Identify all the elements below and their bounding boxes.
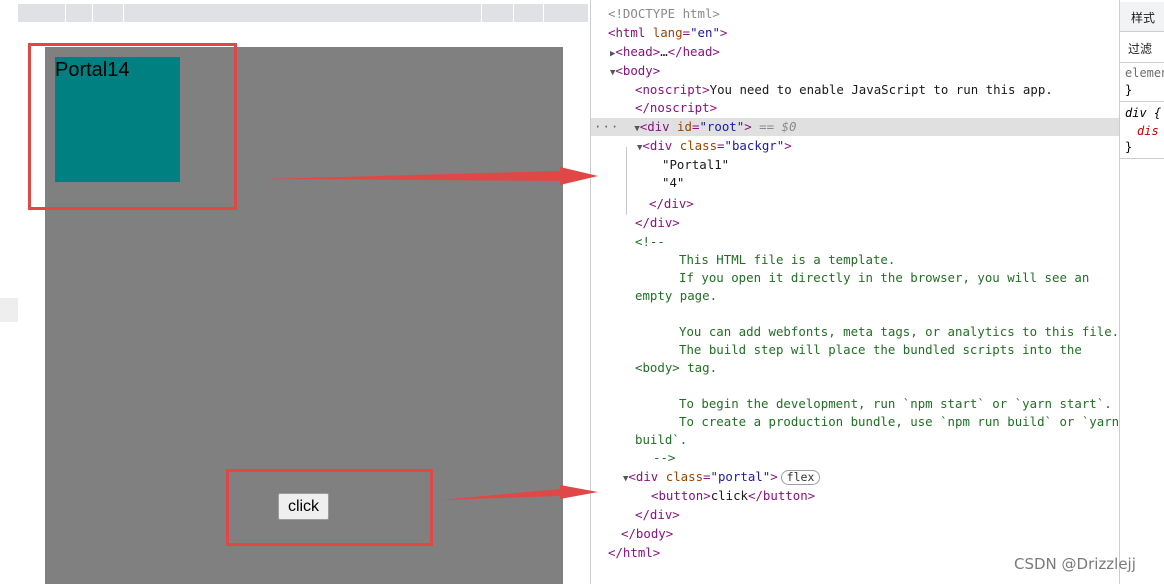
ruler-tick [65, 4, 66, 22]
side-stripe [0, 298, 18, 322]
divider [1120, 158, 1164, 159]
root-div-close-line: </div> [635, 215, 680, 230]
filter-input[interactable]: 过滤 [1128, 40, 1152, 57]
noscript-line[interactable]: <noscript>You need to enable JavaScript … [635, 81, 1053, 99]
div-style-rule[interactable]: div { [1125, 106, 1161, 120]
text-node-portal[interactable]: "Portal1" [662, 156, 729, 174]
more-options-icon[interactable]: ··· [594, 119, 619, 134]
styles-pane: 样式 过滤 element } div { dis } [1119, 0, 1164, 584]
comment-line: You can add webfonts, meta tags, or anal… [679, 324, 1120, 339]
comment-line: To begin the development, run `npm start… [679, 396, 1112, 411]
ruler-tick [92, 4, 93, 22]
noscript-close-line: </noscript> [635, 100, 718, 115]
divider [1120, 101, 1164, 102]
portal-div-line[interactable]: ▼<div class="portal"> flex [623, 468, 821, 486]
comment-line: <body> tag. [635, 360, 718, 375]
elements-panel: <!DOCTYPE html> <html lang="en"> ▶<head>… [590, 0, 1120, 584]
rule-close: } [1125, 83, 1133, 97]
button-line[interactable]: <button>click</button> [651, 487, 815, 505]
comment-line: To create a production bundle, use `npm … [679, 414, 1120, 429]
style-property[interactable]: dis [1137, 124, 1159, 138]
body-open-line[interactable]: ▼<body> [610, 62, 660, 80]
ruler-tick [513, 4, 514, 22]
background-div-close-line: </div> [649, 196, 694, 211]
divider [1120, 62, 1164, 63]
comment-line: If you open it directly in the browser, … [679, 270, 1090, 285]
element-style-rule[interactable]: element [1125, 66, 1164, 80]
html-close-line: </html> [608, 545, 661, 560]
watermark: CSDN @Drizzlejj [1014, 555, 1136, 573]
ruler-tick [543, 4, 544, 22]
html-open-line[interactable]: <html lang="en"> [608, 24, 727, 42]
comment-open-line[interactable]: <!-- [635, 233, 665, 251]
background-div-line[interactable]: ▼<div class="backgr"> [637, 137, 792, 155]
portal-div-close-line: </div> [635, 507, 680, 522]
comment-line: empty page. [635, 288, 718, 303]
annotation-box-portal [28, 43, 237, 210]
body-close-line: </body> [621, 526, 674, 541]
ruler-tick [123, 4, 124, 22]
ruler-bar [18, 4, 588, 22]
comment-line: build`. [635, 432, 688, 447]
nesting-guide-line [626, 147, 627, 215]
text-node-number[interactable]: "4" [662, 174, 684, 192]
flex-badge[interactable]: flex [780, 470, 821, 485]
rule-close: } [1125, 140, 1133, 154]
styles-tab[interactable]: 样式 [1120, 2, 1164, 32]
ruler-tick [481, 4, 482, 22]
comment-line: This HTML file is a template. [679, 252, 896, 267]
comment-line: The build step will place the bundled sc… [679, 342, 1082, 357]
root-div-line[interactable]: ··· ▼<div id="root"> == $0 [594, 118, 796, 136]
comment-close-line: --> [653, 450, 676, 461]
head-line[interactable]: ▶<head>…</head> [610, 43, 720, 61]
annotation-box-button [226, 469, 433, 546]
doctype-line: <!DOCTYPE html> [608, 6, 720, 21]
